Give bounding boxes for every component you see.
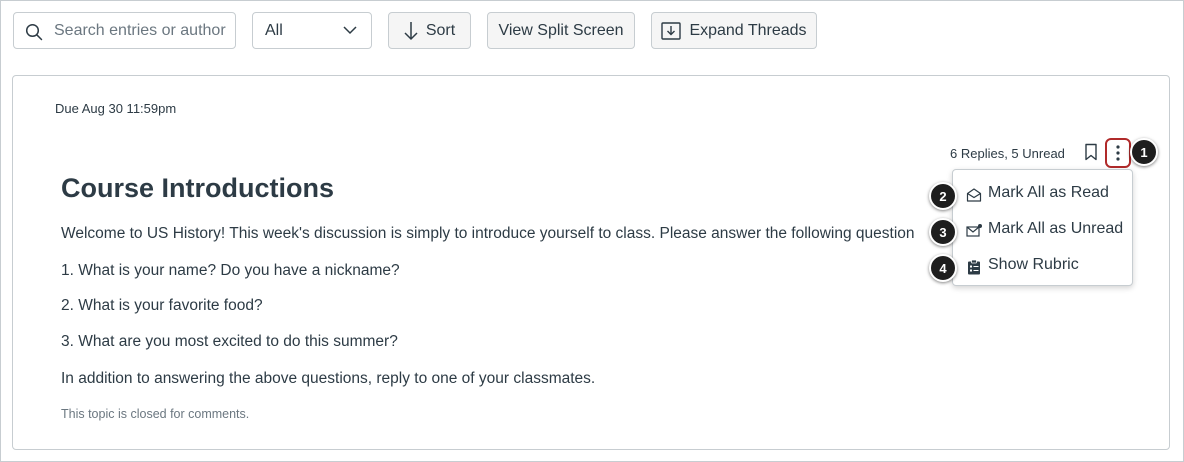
topic-paragraph: In addition to answering the above quest… [61, 370, 596, 387]
expand-threads-label: Expand Threads [689, 21, 807, 39]
menu-item-show-rubric[interactable]: Show Rubric [953, 248, 1132, 282]
arrow-down-icon [404, 21, 418, 40]
topic-paragraph: Welcome to US History! This week's discu… [61, 225, 915, 242]
topic-question: 2. What is your favorite food? [61, 297, 263, 314]
topic-options-button[interactable] [1105, 138, 1131, 168]
menu-item-label: Mark All as Unread [988, 220, 1124, 237]
view-split-screen-button[interactable]: View Split Screen [487, 12, 635, 49]
callout-badge: 4 [929, 254, 957, 282]
chevron-down-icon [343, 26, 357, 35]
topic-question: 1. What is your name? Do you have a nick… [61, 262, 400, 279]
topic-closed-note: This topic is closed for comments. [61, 407, 250, 421]
replies-summary: 6 Replies, 5 Unread [950, 146, 1065, 161]
envelope-open-icon [966, 188, 982, 202]
more-options-icon [1116, 145, 1120, 161]
filter-select[interactable]: All [252, 12, 372, 49]
callout-badge: 1 [1130, 138, 1158, 166]
menu-item-mark-all-read[interactable]: Mark All as Read [953, 176, 1132, 210]
menu-item-label: Mark All as Read [988, 184, 1109, 201]
search-input[interactable] [54, 20, 232, 42]
due-date: Due Aug 30 11:59pm [55, 101, 177, 116]
envelope-unread-icon [966, 224, 982, 237]
sort-button-label: Sort [425, 21, 456, 39]
discussion-page: All Sort View Split Screen Expand Thread… [0, 0, 1184, 462]
callout-badge: 3 [929, 218, 957, 246]
search-box[interactable] [13, 12, 236, 49]
menu-item-label: Show Rubric [988, 256, 1079, 273]
topic-question: 3. What are you most excited to do this … [61, 333, 398, 350]
expand-icon [661, 21, 682, 40]
rubric-icon [968, 259, 980, 275]
bookmark-icon[interactable] [1084, 143, 1098, 161]
expand-threads-button[interactable]: Expand Threads [651, 12, 817, 49]
filter-select-value: All [265, 22, 283, 39]
menu-item-mark-all-unread[interactable]: Mark All as Unread [953, 212, 1132, 246]
topic-options-menu: Mark All as Read Mark All as Unread Show… [952, 169, 1133, 286]
sort-button[interactable]: Sort [388, 12, 471, 49]
search-icon [25, 23, 43, 41]
topic-title: Course Introductions [61, 173, 335, 203]
split-screen-label: View Split Screen [498, 21, 624, 39]
callout-badge: 2 [929, 182, 957, 210]
